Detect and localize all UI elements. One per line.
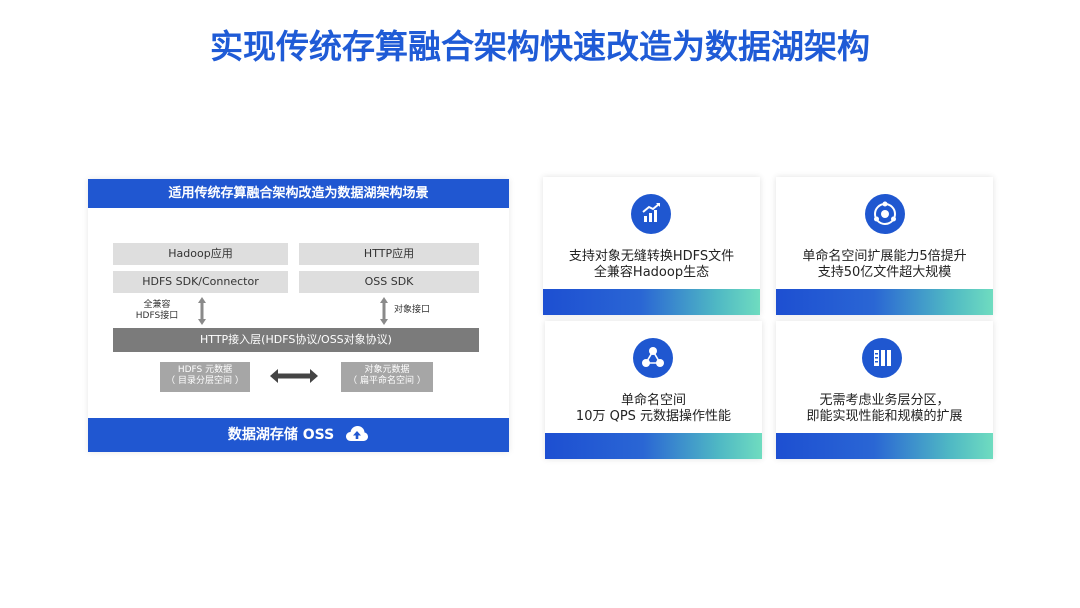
hdfs-interface-label: 全兼容 HDFS接口	[132, 300, 182, 322]
cloud-upload-icon	[346, 425, 369, 441]
architecture-panel: 适用传统存算融合架构改造为数据湖架构场景 Hadoop应用 HTTP应用 HDF…	[88, 179, 509, 452]
oss-sdk-box: OSS SDK	[299, 271, 479, 293]
feature-card-namespace-scale: 单命名空间扩展能力5倍提升 支持50亿文件超大规模	[776, 177, 993, 315]
feature-card-text: 无需考虑业务层分区， 即能实现性能和规模的扩展	[776, 393, 993, 425]
feature-card-line1: 支持对象无缝转换HDFS文件	[568, 249, 735, 264]
feature-card-text: 支持对象无缝转换HDFS文件 全兼容Hadoop生态	[543, 249, 760, 281]
hdfs-metadata-line1: HDFS 元数据	[177, 365, 233, 375]
object-interface-label: 对象接口	[394, 305, 431, 315]
feature-card-text: 单命名空间扩展能力5倍提升 支持50亿文件超大规模	[776, 249, 993, 281]
feature-card-gradient-bar	[543, 289, 760, 315]
feature-card-line1: 无需考虑业务层分区，	[819, 393, 950, 408]
page-title: 实现传统存算融合架构快速改造为数据湖架构	[210, 27, 870, 66]
object-metadata-line2: （ 扁平命名空间 ）	[348, 376, 426, 386]
feature-card-line2: 10万 QPS 元数据操作性能	[575, 409, 732, 424]
feature-card-gradient-bar	[776, 433, 993, 459]
double-arrow-vertical-icon	[380, 297, 388, 325]
feature-card-line1: 单命名空间扩展能力5倍提升	[802, 249, 967, 264]
feature-card-line2: 支持50亿文件超大规模	[817, 265, 952, 280]
feature-card-line1: 单命名空间	[620, 393, 686, 408]
hdfs-metadata-box: HDFS 元数据 （ 目录分层空间 ）	[160, 362, 250, 392]
network-icon	[633, 338, 673, 378]
feature-card-gradient-bar	[776, 289, 993, 315]
feature-card-hdfs-compat: 支持对象无缝转换HDFS文件 全兼容Hadoop生态	[543, 177, 760, 315]
double-arrow-vertical-icon	[198, 297, 206, 325]
feature-card-text: 单命名空间 10万 QPS 元数据操作性能	[545, 393, 762, 425]
feature-card-line2: 即能实现性能和规模的扩展	[806, 409, 963, 424]
hdfs-metadata-line2: （ 目录分层空间 ）	[166, 376, 244, 386]
architecture-panel-header: 适用传统存算融合架构改造为数据湖架构场景	[88, 179, 509, 208]
slide: 实现传统存算融合架构快速改造为数据湖架构 适用传统存算融合架构改造为数据湖架构场…	[0, 0, 1080, 608]
feature-card-line2: 全兼容Hadoop生态	[593, 265, 710, 280]
double-arrow-horizontal-icon	[270, 369, 318, 383]
oss-footer-label: 数据湖存储 OSS	[227, 427, 335, 443]
hdfs-interface-label-line2: HDFS接口	[135, 311, 179, 321]
orbit-icon	[865, 194, 905, 234]
hdfs-interface-label-line1: 全兼容	[143, 300, 171, 310]
http-app-box: HTTP应用	[299, 243, 479, 265]
chart-growth-icon	[631, 194, 671, 234]
http-access-layer: HTTP接入层(HDFS协议/OSS对象协议)	[113, 328, 479, 352]
feature-card-partition-free: 无需考虑业务层分区， 即能实现性能和规模的扩展	[776, 321, 993, 459]
object-metadata-line1: 对象元数据	[364, 365, 410, 375]
partition-icon	[862, 338, 902, 378]
hadoop-app-box: Hadoop应用	[113, 243, 288, 265]
hdfs-sdk-box: HDFS SDK/Connector	[113, 271, 288, 293]
feature-card-gradient-bar	[545, 433, 762, 459]
feature-card-qps: 单命名空间 10万 QPS 元数据操作性能	[545, 321, 762, 459]
architecture-panel-footer: 数据湖存储 OSS	[88, 418, 509, 452]
object-metadata-box: 对象元数据 （ 扁平命名空间 ）	[341, 362, 433, 392]
